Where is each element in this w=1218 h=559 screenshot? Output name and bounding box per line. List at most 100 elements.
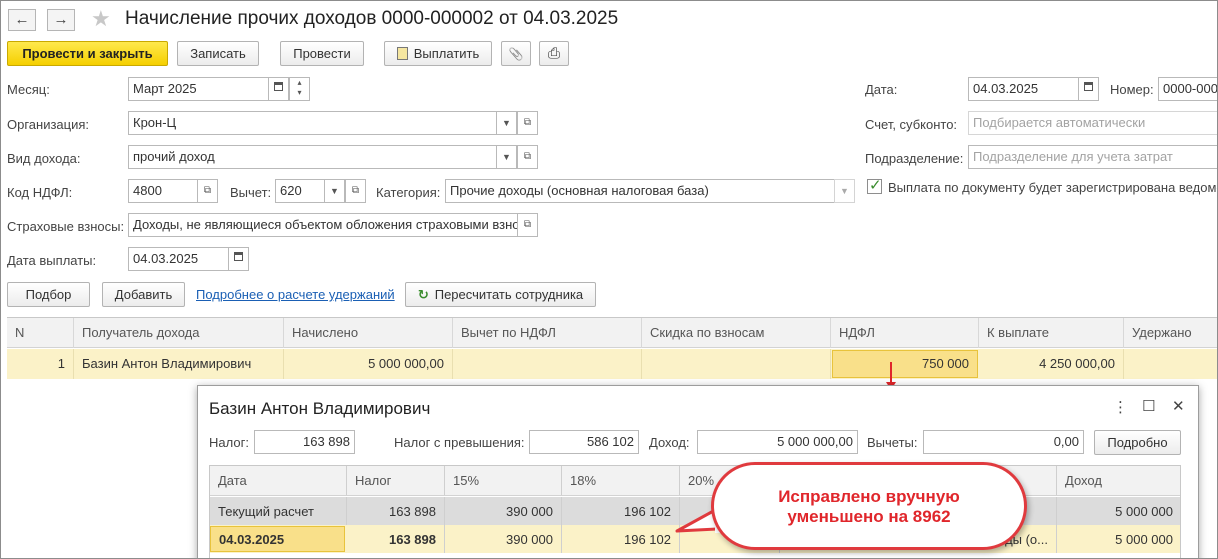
close-icon[interactable]: ✕ [1172, 397, 1185, 415]
insurance-label: Страховые взносы: [7, 219, 125, 234]
pay-date-input[interactable]: 04.03.2025 [128, 247, 229, 271]
organization-dropdown[interactable]: ▼ [496, 111, 517, 135]
post-button[interactable]: Провести [280, 41, 364, 66]
details-button[interactable]: Подробно [1094, 430, 1181, 455]
post-and-close-button[interactable]: Провести и закрыть [7, 41, 168, 66]
column-header[interactable]: Дата [210, 466, 347, 495]
column-header[interactable]: Налог [347, 466, 445, 495]
maximize-icon[interactable]: ☐ [1142, 397, 1155, 415]
recipient-cell[interactable]: Базин Антон Владимирович [74, 349, 284, 379]
pay-date-label: Дата выплаты: [7, 253, 97, 268]
column-header[interactable]: 18% [562, 466, 680, 495]
column-header[interactable]: Удержано [1124, 318, 1217, 348]
open-icon: ⧉ [523, 117, 532, 128]
insurance-open-button[interactable]: ⧉ [517, 213, 538, 237]
favorite-star-icon[interactable]: ★ [91, 6, 111, 32]
income-cell[interactable]: 5 000 000 [1057, 525, 1180, 553]
deduction-label: Вычет: [230, 185, 272, 200]
attach-button[interactable]: 📎 [501, 41, 531, 66]
column-header[interactable]: 15% [445, 466, 562, 495]
column-header[interactable]: N [7, 318, 74, 348]
income-type-open-button[interactable]: ⧉ [517, 145, 538, 169]
date-cell: Текущий расчет [210, 497, 347, 525]
open-icon: ⧉ [351, 185, 360, 196]
open-icon: ⧉ [203, 185, 212, 196]
account-input[interactable]: Подбирается автоматически [968, 111, 1217, 135]
calendar-icon [1084, 82, 1093, 91]
arrow-right-icon: → [53, 11, 69, 28]
callout-line-2: уменьшено на 8962 [787, 507, 951, 526]
save-button[interactable]: Записать [177, 41, 259, 66]
registered-checkbox-label: Выплата по документу будет зарегистриров… [888, 180, 1218, 195]
month-input[interactable]: Март 2025 [128, 77, 269, 101]
document-window: ← → ★ Начисление прочих доходов 0000-000… [0, 0, 1218, 559]
row-number: 1 [7, 349, 74, 379]
rate18-cell[interactable]: 196 102 [562, 525, 680, 553]
chevron-down-icon: ▼ [502, 118, 511, 128]
deduction-input[interactable]: 620 [275, 179, 325, 203]
income-type-input[interactable]: прочий доход [128, 145, 497, 169]
column-header[interactable]: НДФЛ [831, 318, 979, 348]
insurance-input[interactable]: Доходы, не являющиеся объектом обложения… [128, 213, 518, 237]
ndfl-code-open-button[interactable]: ⧉ [197, 179, 218, 203]
recalculate-button[interactable]: ↻ Пересчитать сотрудника [405, 282, 596, 307]
category-input[interactable]: Прочие доходы (основная налоговая база) [445, 179, 835, 203]
column-header[interactable]: Доход [1057, 466, 1180, 495]
rate15-cell[interactable]: 390 000 [445, 525, 562, 553]
accrued-cell[interactable]: 5 000 000,00 [284, 349, 453, 379]
column-header[interactable]: Вычет по НДФЛ [453, 318, 642, 348]
callout-text: Исправлено вручную уменьшено на 8962 [714, 487, 1024, 527]
income-input[interactable]: 5 000 000,00 [697, 430, 858, 454]
division-input[interactable]: Подразделение для учета затрат [968, 145, 1217, 169]
calendar-button[interactable] [268, 77, 289, 101]
more-icon[interactable]: ⋮ [1113, 398, 1128, 416]
tax-cell: 163 898 [347, 497, 445, 525]
payout-cell[interactable]: 4 250 000,00 [979, 349, 1124, 379]
number-input[interactable]: 0000-000 [1158, 77, 1217, 101]
category-dropdown[interactable]: ▼ [834, 179, 855, 203]
details-link[interactable]: Подробнее о расчете удержаний [196, 287, 395, 302]
table-row[interactable]: 1 Базин Антон Владимирович 5 000 000,00 … [7, 349, 1217, 379]
withheld-cell[interactable] [1124, 349, 1217, 379]
date-calendar-button[interactable] [1078, 77, 1099, 101]
column-header[interactable]: К выплате [979, 318, 1124, 348]
add-button[interactable]: Добавить [102, 282, 185, 307]
rate15-cell: 390 000 [445, 497, 562, 525]
pay-date-calendar-button[interactable] [228, 247, 249, 271]
chevron-down-icon: ▼ [840, 186, 849, 196]
organization-label: Организация: [7, 117, 90, 132]
organization-open-button[interactable]: ⧉ [517, 111, 538, 135]
forward-button[interactable]: → [47, 9, 75, 31]
month-stepper[interactable]: ▴ ▾ [289, 77, 310, 101]
tax-label: Налог: [209, 435, 249, 450]
ndfl-code-label: Код НДФЛ: [7, 185, 73, 200]
chevron-down-icon: ▼ [502, 152, 511, 162]
income-type-dropdown[interactable]: ▼ [496, 145, 517, 169]
excess-tax-input[interactable]: 586 102 [529, 430, 639, 454]
column-header[interactable]: Начислено [284, 318, 453, 348]
division-label: Подразделение: [865, 151, 964, 166]
ndfl-code-input[interactable]: 4800 [128, 179, 198, 203]
select-button[interactable]: Подбор [7, 282, 90, 307]
deductions-input[interactable]: 0,00 [923, 430, 1084, 454]
registered-checkbox[interactable]: ✓ [867, 177, 882, 194]
tax-cell[interactable]: 163 898 [347, 525, 445, 553]
date-input[interactable]: 04.03.2025 [968, 77, 1079, 101]
print-button[interactable]: ⎙ [539, 41, 569, 66]
deduction-dropdown[interactable]: ▼ [324, 179, 345, 203]
number-label: Номер: [1110, 82, 1154, 97]
date-cell[interactable]: 04.03.2025 [210, 526, 345, 552]
organization-input[interactable]: Крон-Ц [128, 111, 497, 135]
document-icon [396, 47, 408, 60]
tax-input[interactable]: 163 898 [254, 430, 355, 454]
column-header[interactable]: Получатель дохода [74, 318, 284, 348]
pay-button[interactable]: Выплатить [384, 41, 492, 66]
deduction-cell[interactable] [453, 349, 642, 379]
account-label: Счет, субконто: [865, 117, 958, 132]
chevron-down-icon: ▼ [330, 186, 339, 196]
deduction-open-button[interactable]: ⧉ [345, 179, 366, 203]
column-header[interactable]: Скидка по взносам [642, 318, 831, 348]
ndfl-cell[interactable]: 750 000 [832, 350, 978, 378]
back-button[interactable]: ← [8, 9, 36, 31]
discount-cell[interactable] [642, 349, 831, 379]
